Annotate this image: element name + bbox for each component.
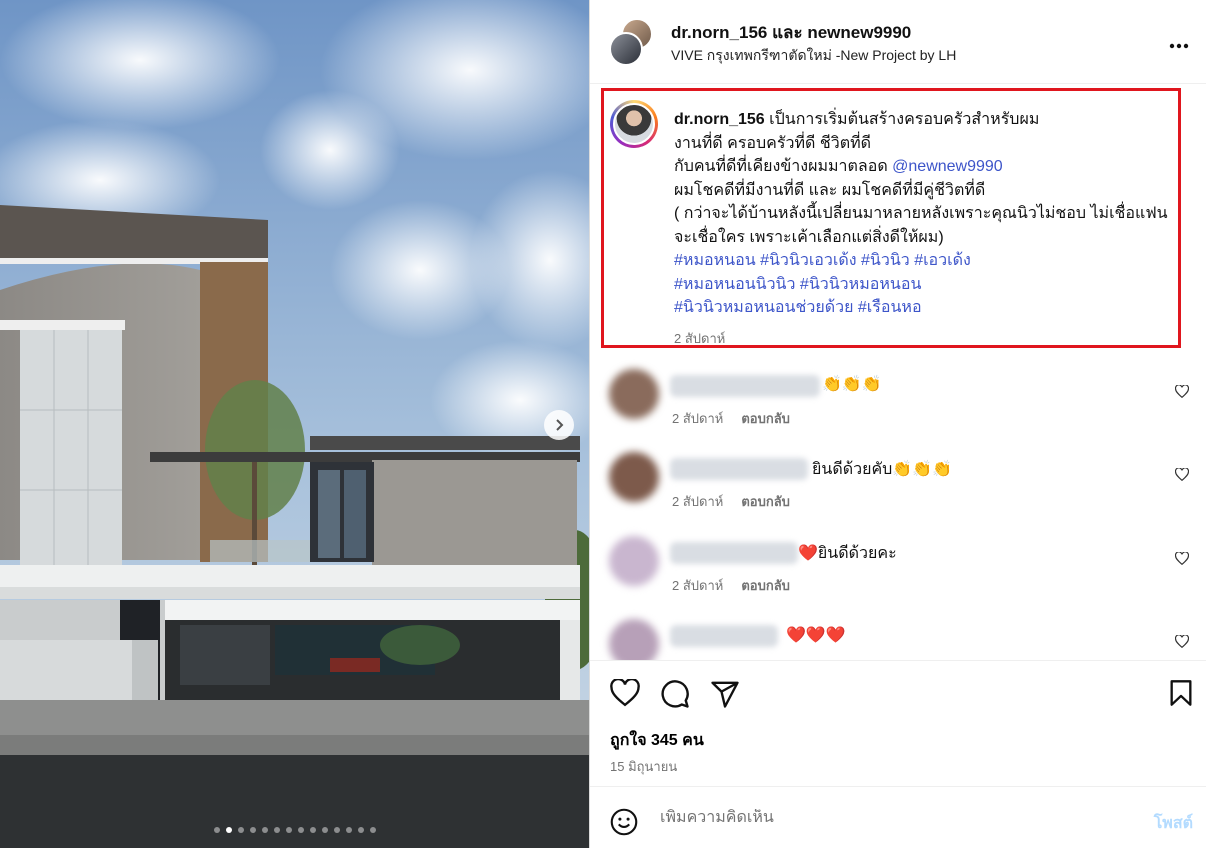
comment-text: 👏👏👏 <box>822 376 882 393</box>
action-bar <box>590 660 1206 724</box>
mention-link[interactable]: @newnew9990 <box>892 158 1003 175</box>
hashtags[interactable]: #หมอหนอนนิวนิว #นิวนิวหมอหนอน <box>674 276 921 293</box>
avatar[interactable] <box>609 536 659 586</box>
chevron-right-icon <box>556 419 564 431</box>
carousel-dot <box>285 827 292 833</box>
avatar <box>609 32 643 66</box>
carousel-dot <box>357 827 364 833</box>
carousel-dot <box>213 827 220 833</box>
caption-line: เป็นการเริ่มต้นสร้างครอบครัวสำหรับผม <box>764 111 1040 128</box>
carousel-dot <box>309 827 316 833</box>
carousel-dot <box>321 827 328 833</box>
emoji-icon[interactable] <box>610 808 638 836</box>
post-location[interactable]: VIVE กรุงเทพกรีฑาตัดใหม่ -New Project by… <box>671 45 956 67</box>
comment-item: ❤️❤️❤️ <box>590 605 1206 660</box>
comment-text: ❤️❤️❤️ <box>786 627 846 644</box>
carousel-dot <box>225 827 232 833</box>
carousel-dot <box>237 827 244 833</box>
caption-line: งานที่ดี ครอบครัวที่ดี ชีวิตที่ดี <box>674 134 872 152</box>
next-image-button[interactable] <box>544 410 574 440</box>
avatar[interactable] <box>609 619 659 660</box>
carousel-dot <box>333 827 340 833</box>
caption-text: dr.norn_156 เป็นการเริ่มต้นสร้างครอบครัว… <box>674 108 1174 320</box>
carousel-dots <box>0 827 589 833</box>
comment-item: 👏👏👏 2 สัปดาห์ ตอบกลับ <box>590 355 1206 439</box>
carousel-dot <box>345 827 352 833</box>
post-comment-button[interactable]: โพสต์ <box>1154 811 1193 836</box>
carousel-dot <box>297 827 304 833</box>
comment-icon[interactable] <box>660 679 690 709</box>
reply-button[interactable]: ตอบกลับ <box>741 411 790 426</box>
comment-time: 2 สัปดาห์ <box>672 494 724 509</box>
caption-line: กับคนที่ดีที่เคียงข้างผมมาตลอด <box>674 158 893 175</box>
caption-time: 2 สัปดาห์ <box>674 331 726 346</box>
comment-username[interactable] <box>670 625 778 647</box>
like-comment-icon[interactable] <box>1175 468 1189 481</box>
carousel-dot <box>249 827 256 833</box>
comment-username[interactable] <box>670 542 798 564</box>
more-options-button[interactable] <box>1169 30 1189 54</box>
comment-time: 2 สัปดาห์ <box>672 578 724 593</box>
post-date[interactable]: 15 มิถุนายน <box>610 756 677 777</box>
like-comment-icon[interactable] <box>1175 635 1189 648</box>
comment-meta: 2 สัปดาห์ ตอบกลับ <box>672 408 790 429</box>
comment-item: ❤️ยินดีด้วยคะ 2 สัปดาห์ ตอบกลับ <box>590 522 1206 606</box>
reply-button[interactable]: ตอบกลับ <box>741 578 790 593</box>
comments-list: 👏👏👏 2 สัปดาห์ ตอบกลับ ยินดีด้วยคับ👏👏👏 2 ส… <box>590 355 1206 660</box>
post-authors[interactable]: dr.norn_156 และ newnew9990 <box>671 19 911 46</box>
comment-text: ❤️ยินดีด้วยคะ <box>798 545 897 562</box>
carousel-dot <box>273 827 280 833</box>
comment-username[interactable] <box>670 375 820 397</box>
comment-text: ยินดีด้วยคับ👏👏👏 <box>812 461 953 478</box>
house-photo <box>0 0 589 848</box>
caption-line: ผมโชคดีที่มีงานที่ดี และ ผมโชคดีที่มีคู่… <box>674 181 986 199</box>
likes-count[interactable]: ถูกใจ 345 คน <box>610 728 704 753</box>
caption-username[interactable]: dr.norn_156 <box>674 111 765 128</box>
add-comment-bar: โพสต์ <box>590 786 1206 848</box>
carousel-dot <box>369 827 376 833</box>
comment-time: 2 สัปดาห์ <box>672 411 724 426</box>
bookmark-icon[interactable] <box>1168 679 1194 707</box>
heart-icon[interactable] <box>610 679 640 707</box>
avatar[interactable] <box>609 452 659 502</box>
like-comment-icon[interactable] <box>1175 552 1189 565</box>
hashtags[interactable]: #หมอหนอน #นิวนิวเอวเด้ง #นิวนิว #เอวเด้ง <box>674 252 971 269</box>
post-panel: dr.norn_156 และ newnew9990 VIVE กรุงเทพก… <box>589 0 1206 848</box>
share-icon[interactable] <box>710 679 740 709</box>
caption-line: ( กว่าจะได้บ้านหลังนี้เปลี่ยนมาหลายหลังเ… <box>674 205 1168 246</box>
comment-username[interactable] <box>670 458 808 480</box>
post-header: dr.norn_156 และ newnew9990 VIVE กรุงเทพก… <box>590 0 1206 84</box>
hashtags[interactable]: #นิวนิวหมอหนอนช่วยด้วย #เรือนหอ <box>674 299 922 316</box>
caption-avatar[interactable] <box>610 100 658 148</box>
carousel-dot <box>261 827 268 833</box>
comment-item: ยินดีด้วยคับ👏👏👏 2 สัปดาห์ ตอบกลับ <box>590 438 1206 522</box>
more-horizontal-icon <box>1169 43 1189 49</box>
comment-meta: 2 สัปดาห์ ตอบกลับ <box>672 491 790 512</box>
reply-button[interactable]: ตอบกลับ <box>741 494 790 509</box>
caption-highlight: dr.norn_156 เป็นการเริ่มต้นสร้างครอบครัว… <box>601 88 1181 348</box>
collab-avatars[interactable] <box>609 18 657 66</box>
post-image[interactable] <box>0 0 589 848</box>
avatar[interactable] <box>609 369 659 419</box>
comment-meta: 2 สัปดาห์ ตอบกลับ <box>672 575 790 596</box>
like-comment-icon[interactable] <box>1175 385 1189 398</box>
comment-input[interactable] <box>660 809 1120 827</box>
